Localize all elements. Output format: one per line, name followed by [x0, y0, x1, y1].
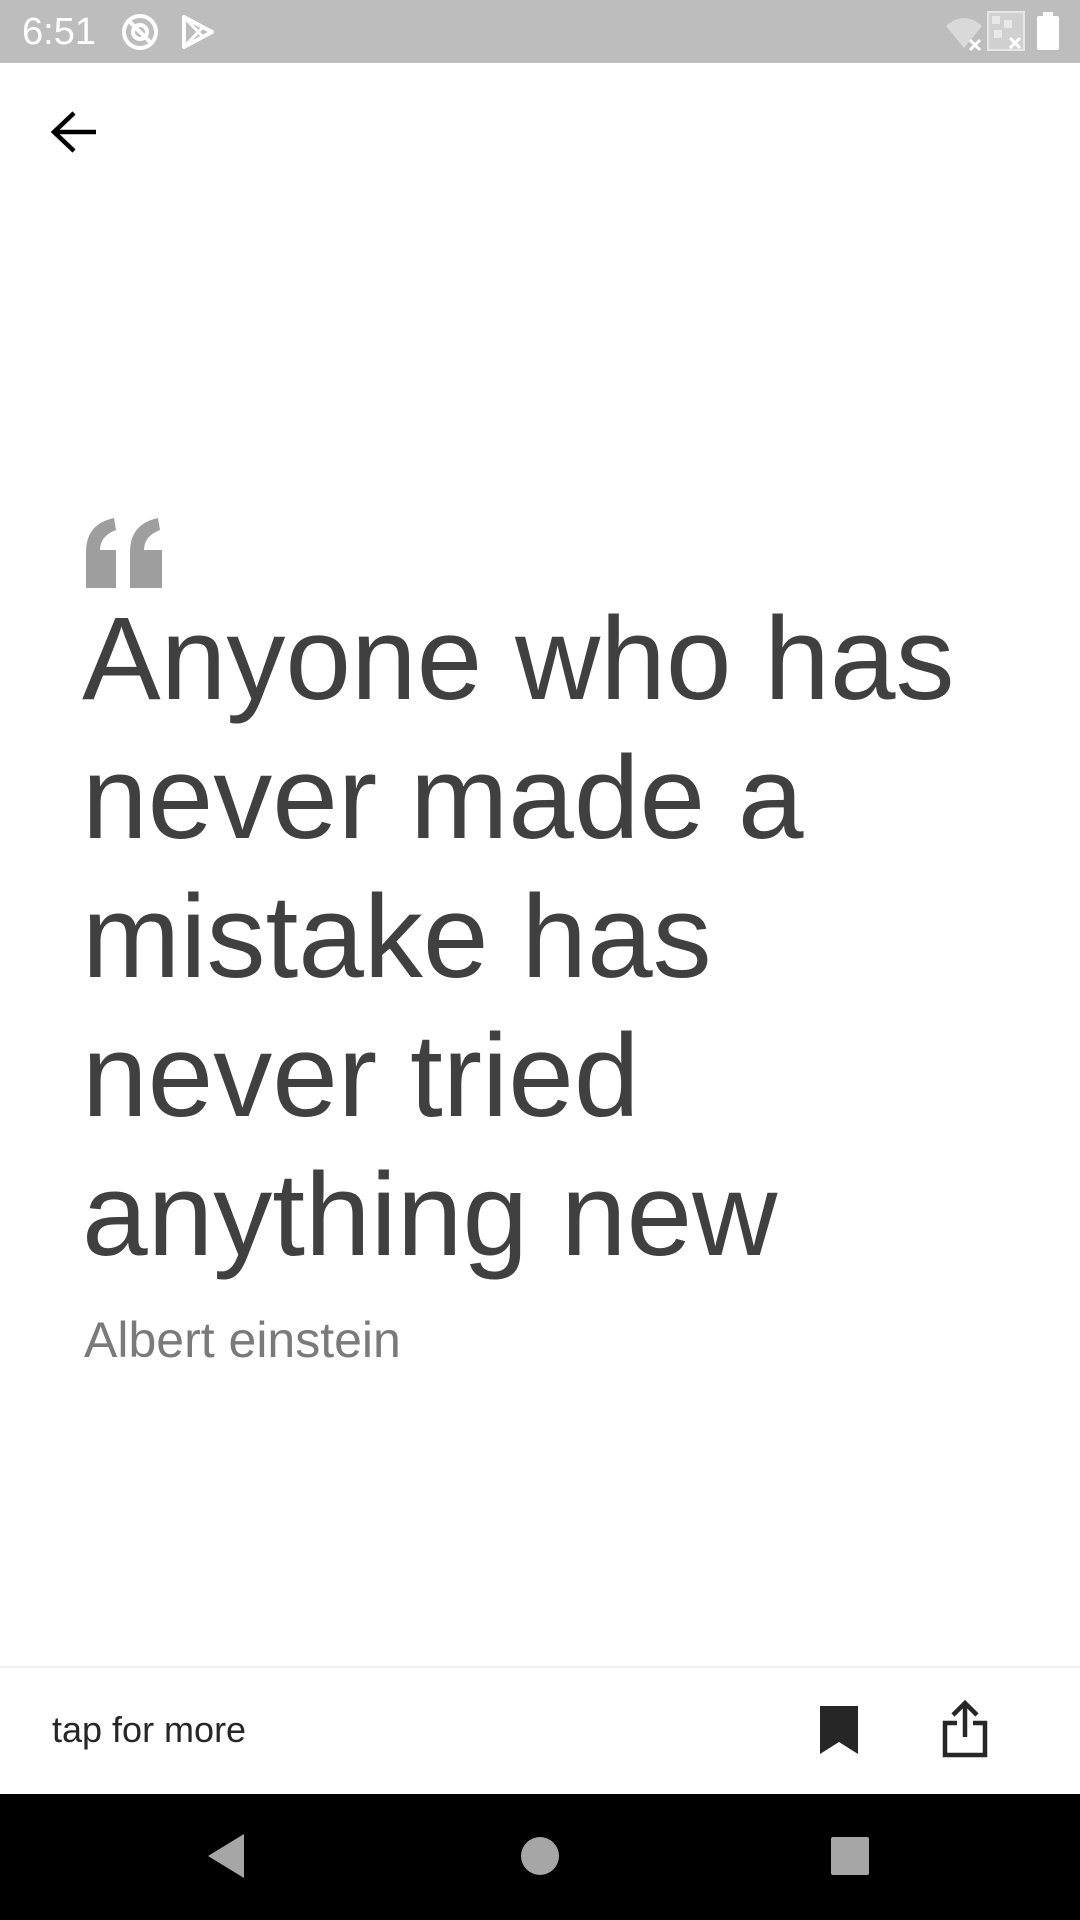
- tap-for-more-button[interactable]: tap for more: [52, 1708, 246, 1752]
- wifi-off-icon: [944, 12, 984, 57]
- quote-author: Albert einstein: [84, 1312, 401, 1368]
- nav-recents-icon: [830, 1836, 870, 1881]
- no-sim-icon: [986, 10, 1026, 57]
- play-store-icon: [180, 14, 216, 55]
- back-button[interactable]: [36, 96, 112, 172]
- bookmark-icon: [818, 1704, 860, 1761]
- nav-back-button[interactable]: [186, 1820, 266, 1896]
- nav-back-icon: [204, 1832, 248, 1885]
- nav-recents-button[interactable]: [810, 1820, 890, 1896]
- system-nav-bar: [0, 1794, 1080, 1920]
- nav-home-button[interactable]: [500, 1820, 580, 1896]
- status-bar: 6:51: [0, 0, 1080, 63]
- share-button[interactable]: [928, 1688, 1002, 1774]
- share-icon: [941, 1699, 989, 1764]
- at-sign-icon: [120, 12, 160, 57]
- nav-home-icon: [520, 1836, 560, 1881]
- bookmark-button[interactable]: [806, 1694, 872, 1770]
- arrow-back-icon: [50, 110, 98, 159]
- battery-icon: [1036, 12, 1060, 57]
- quote-mark-icon: [84, 518, 164, 588]
- quote-text: Anyone who has never made a mistake has …: [82, 593, 955, 1281]
- bottom-action-bar: tap for more: [0, 1666, 1080, 1796]
- status-time: 6:51: [22, 11, 96, 53]
- quote-screen: 6:51 Anyone who has never made a mistake…: [0, 0, 1080, 1920]
